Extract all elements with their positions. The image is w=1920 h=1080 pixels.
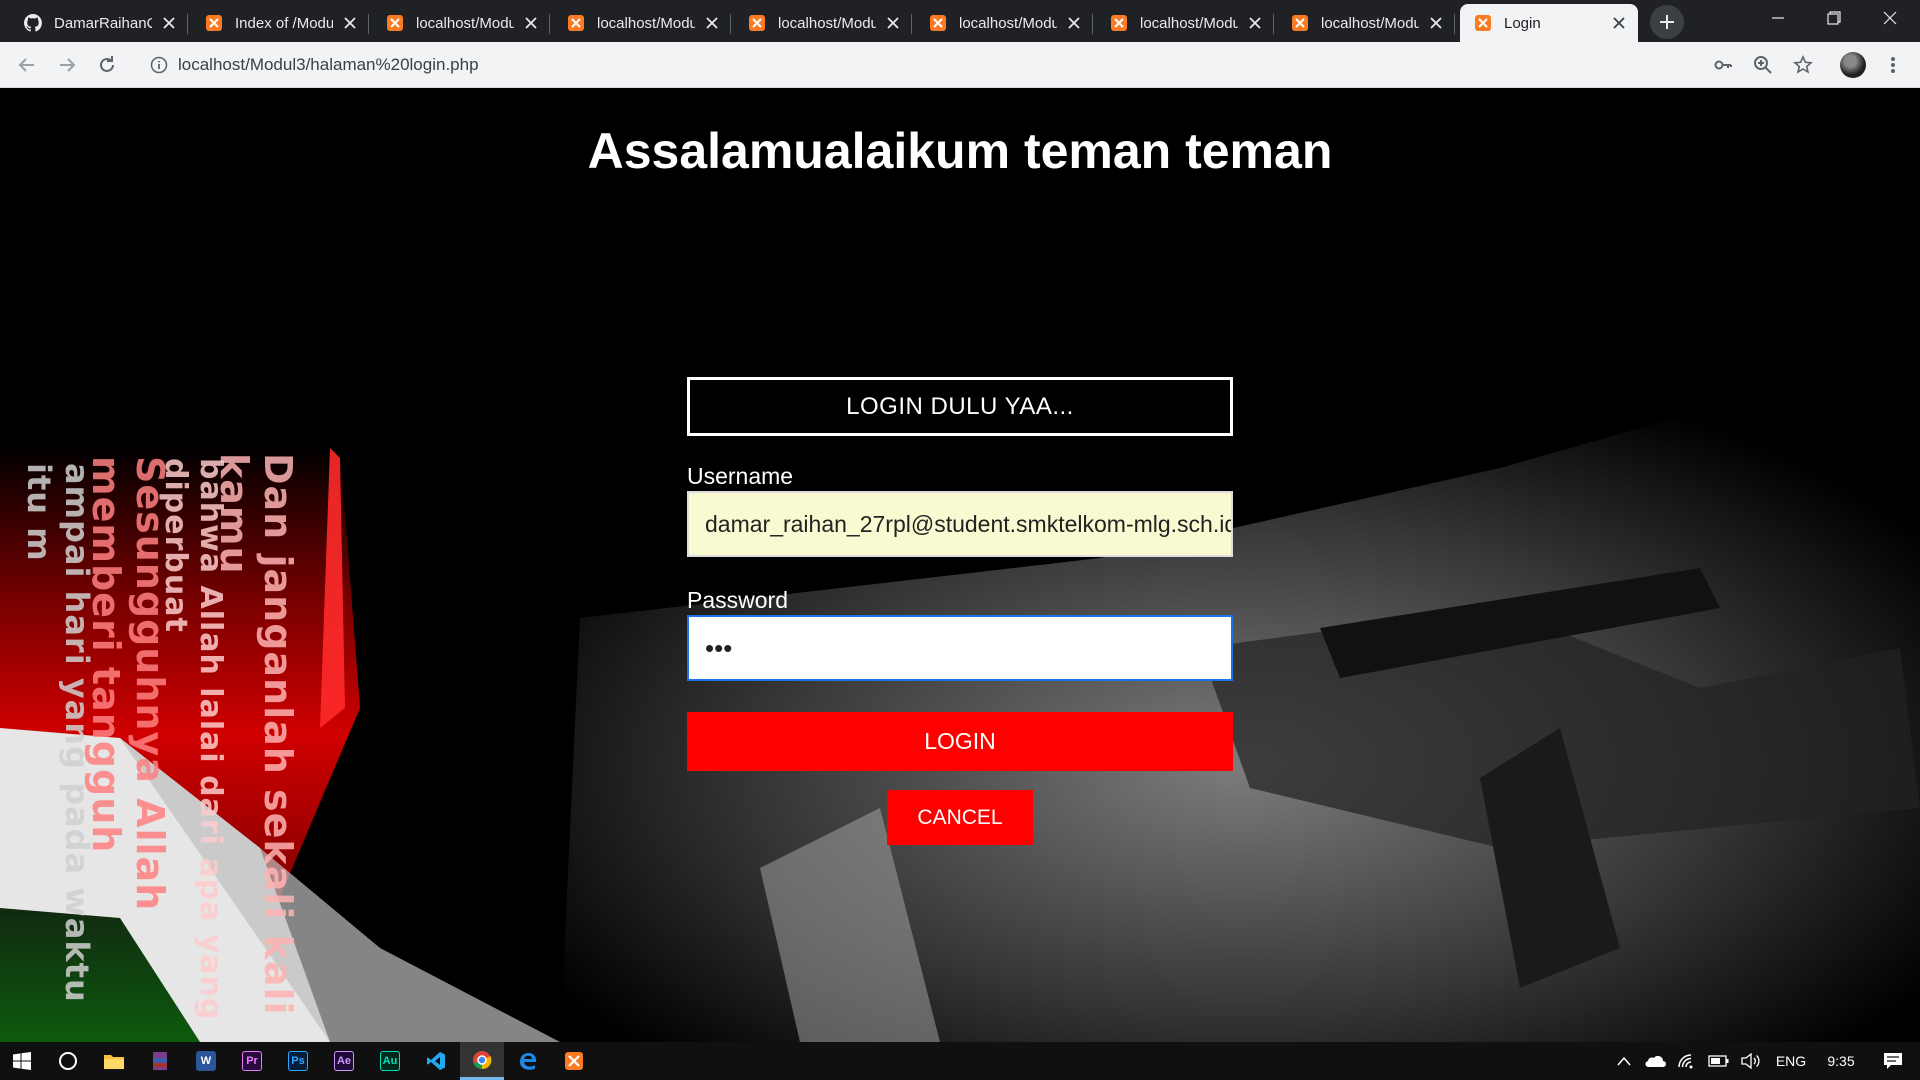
close-icon[interactable] xyxy=(341,14,359,32)
volume-icon[interactable] xyxy=(1736,1042,1766,1080)
close-icon xyxy=(1883,11,1897,25)
tab-localhost-5[interactable]: localhost/Modu xyxy=(1096,4,1274,42)
tab-title: Login xyxy=(1504,14,1541,32)
xampp-icon xyxy=(1110,14,1128,32)
tab-title: localhost/Modu xyxy=(1140,14,1238,32)
tab-localhost-3[interactable]: localhost/Modu xyxy=(734,4,912,42)
audition-icon[interactable]: Au xyxy=(368,1042,412,1080)
bookmark-button[interactable] xyxy=(1788,50,1818,80)
cortana-icon[interactable] xyxy=(46,1042,90,1080)
plus-icon xyxy=(1660,15,1674,29)
tab-index[interactable]: Index of /Modu xyxy=(191,4,369,42)
xampp-icon xyxy=(1474,14,1492,32)
close-icon[interactable] xyxy=(1610,14,1628,32)
xampp-icon xyxy=(386,14,404,32)
word-icon[interactable]: W xyxy=(184,1042,228,1080)
password-label: Password xyxy=(687,587,788,613)
browser-toolbar: localhost/Modul3/halaman%20login.php xyxy=(0,42,1920,88)
cancel-button[interactable]: CANCEL xyxy=(887,790,1033,845)
login-button[interactable]: LOGIN xyxy=(687,712,1233,771)
minimize-button[interactable] xyxy=(1750,0,1806,36)
username-label: Username xyxy=(687,463,794,489)
tab-localhost-6[interactable]: localhost/Modu xyxy=(1277,4,1455,42)
arrow-left-icon xyxy=(18,58,34,72)
menu-button[interactable] xyxy=(1878,50,1908,80)
wifi-icon[interactable] xyxy=(1672,1042,1702,1080)
windows-taskbar: W Pr Ps Ae Au ENG 9:35 xyxy=(0,1042,1920,1080)
after-effects-icon[interactable]: Ae xyxy=(322,1042,366,1080)
background-verse-3: Sesungguhnya Allah memberi tangguh xyxy=(84,456,172,912)
tab-title: localhost/Modu xyxy=(597,14,695,32)
info-icon[interactable] xyxy=(148,54,170,76)
xampp-icon xyxy=(205,14,223,32)
page-heading: Assalamualaikum teman teman xyxy=(587,123,1333,179)
reload-button[interactable] xyxy=(92,50,122,80)
language-indicator[interactable]: ENG xyxy=(1768,1042,1814,1080)
tab-github[interactable]: DamarRaihanC xyxy=(10,4,188,42)
reload-icon xyxy=(100,56,114,72)
notifications-icon[interactable] xyxy=(1870,1042,1916,1080)
profile-avatar[interactable] xyxy=(1840,52,1866,78)
restore-button[interactable] xyxy=(1806,0,1862,36)
close-icon[interactable] xyxy=(1427,14,1445,32)
file-explorer-icon[interactable] xyxy=(92,1042,136,1080)
battery-icon[interactable] xyxy=(1704,1042,1734,1080)
photoshop-icon[interactable]: Ps xyxy=(276,1042,320,1080)
xampp-icon xyxy=(748,14,766,32)
edge-icon[interactable] xyxy=(506,1042,550,1080)
clock[interactable]: 9:35 xyxy=(1816,1042,1866,1080)
close-icon[interactable] xyxy=(1065,14,1083,32)
star-icon xyxy=(1793,55,1813,74)
close-window-button[interactable] xyxy=(1862,0,1918,36)
password-input[interactable]: ••• xyxy=(687,615,1233,681)
xampp-icon xyxy=(567,14,585,32)
close-icon[interactable] xyxy=(1246,14,1264,32)
tab-title: localhost/Modu xyxy=(1321,14,1419,32)
zoom-icon xyxy=(1754,56,1772,74)
minimize-icon xyxy=(1772,17,1784,19)
background-verse-4: ampai hari yang pada waktu itu m xyxy=(20,463,96,1003)
arrow-right-icon xyxy=(60,58,76,72)
github-icon xyxy=(24,14,42,32)
xampp-icon xyxy=(929,14,947,32)
restore-icon xyxy=(1827,11,1841,25)
url-text: localhost/Modul3/halaman%20login.php xyxy=(178,55,479,74)
key-icon xyxy=(1714,60,1732,70)
tab-login[interactable]: Login xyxy=(1460,4,1638,42)
chrome-icon[interactable] xyxy=(460,1042,504,1080)
tab-title: localhost/Modu xyxy=(959,14,1057,32)
winrar-icon[interactable] xyxy=(138,1042,182,1080)
tab-title: DamarRaihanC xyxy=(54,14,152,32)
windows-start-icon[interactable] xyxy=(0,1042,44,1080)
premiere-icon[interactable]: Pr xyxy=(230,1042,274,1080)
close-icon[interactable] xyxy=(884,14,902,32)
onedrive-icon[interactable] xyxy=(1640,1042,1670,1080)
tab-title: localhost/Modu xyxy=(416,14,514,32)
chevron-up-icon[interactable] xyxy=(1612,1042,1636,1080)
tab-localhost-2[interactable]: localhost/Modu xyxy=(553,4,731,42)
back-button[interactable] xyxy=(12,50,42,80)
zoom-button[interactable] xyxy=(1748,50,1778,80)
more-vert-icon xyxy=(1891,57,1895,73)
tab-localhost-1[interactable]: localhost/Modu xyxy=(372,4,550,42)
login-title-box: LOGIN DULU YAA... xyxy=(687,377,1233,436)
vscode-icon[interactable] xyxy=(414,1042,458,1080)
close-icon[interactable] xyxy=(703,14,721,32)
close-icon[interactable] xyxy=(522,14,540,32)
forward-button[interactable] xyxy=(52,50,82,80)
close-icon[interactable] xyxy=(160,14,178,32)
login-page: Dan janganlah sekali kali kamu bahwa All… xyxy=(0,88,1920,1042)
xampp-icon xyxy=(1291,14,1309,32)
xampp-icon[interactable] xyxy=(552,1042,596,1080)
username-input[interactable]: damar_raihan_27rpl@student.smktelkom-mlg… xyxy=(687,491,1233,557)
tab-title: Index of /Modu xyxy=(235,14,333,32)
tab-localhost-4[interactable]: localhost/Modu xyxy=(915,4,1093,42)
tab-title: localhost/Modu xyxy=(778,14,876,32)
new-tab-button[interactable] xyxy=(1650,5,1684,39)
browser-tabstrip: DamarRaihanC Index of /Modu localhost/Mo… xyxy=(0,0,1920,42)
password-key-button[interactable] xyxy=(1708,50,1738,80)
address-bar[interactable]: localhost/Modul3/halaman%20login.php xyxy=(136,47,1692,83)
